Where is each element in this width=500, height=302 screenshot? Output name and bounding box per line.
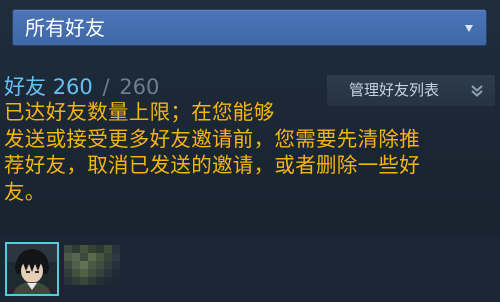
warning-line: 发送或接受更多好友邀请前，您需要先清除推 xyxy=(4,126,420,151)
friends-limit: 260 xyxy=(119,75,160,99)
friend-avatar[interactable] xyxy=(5,242,59,296)
friend-filter-dropdown[interactable]: 所有好友 xyxy=(12,9,487,46)
friends-label: 好友 xyxy=(4,75,46,99)
manage-friends-list-label: 管理好友列表 xyxy=(349,81,440,99)
warning-line: 荐好友，取消已发送的邀请，或者删除一些好 xyxy=(4,153,420,177)
double-chevron-down-icon xyxy=(471,85,483,97)
friend-list-item[interactable] xyxy=(0,237,500,302)
friends-count: 260 xyxy=(52,75,93,99)
friend-name-blurred xyxy=(64,245,120,285)
warning-line: 已达好友数量上限；在您能够 xyxy=(4,100,275,124)
dropdown-caret-icon xyxy=(465,25,473,32)
friends-count-separator: / xyxy=(102,75,110,99)
dropdown-selected-value: 所有好友 xyxy=(25,16,105,40)
friend-limit-warning: 已达好友数量上限；在您能够 发送或接受更多好友邀请前，您需要先清除推 荐好友，取… xyxy=(4,99,496,205)
warning-line: 友。 xyxy=(4,179,46,204)
avatar-portrait-icon xyxy=(7,244,57,294)
friends-panel: 所有好友 好友 260 / 260 管理好友列表 已达好友数量上限；在您能够 发… xyxy=(0,0,500,302)
friends-count-header: 好友 260 / 260 xyxy=(4,74,159,100)
